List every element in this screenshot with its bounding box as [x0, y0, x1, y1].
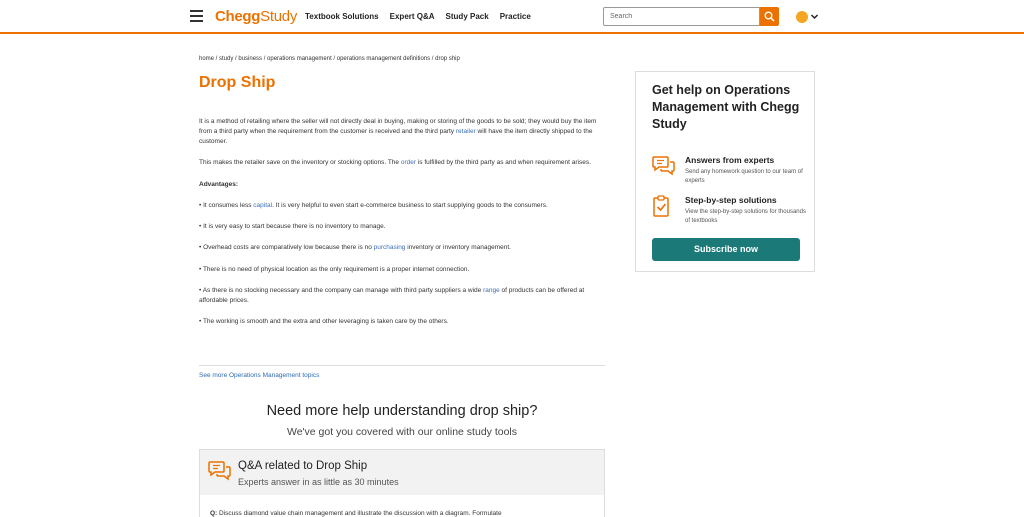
sidebar-help-card: Get help on Operations Management with C… [635, 71, 815, 272]
nav-expert-qa[interactable]: Expert Q&A [390, 12, 435, 21]
avatar[interactable] [796, 11, 808, 23]
logo-product: Study [260, 8, 298, 25]
text: • Overhead costs are comparatively low b… [199, 244, 374, 252]
link-capital[interactable]: capital [253, 202, 272, 209]
main-nav: Textbook Solutions Expert Q&A Study Pack… [305, 12, 542, 21]
clipboard-check-icon [653, 195, 669, 217]
text: inventory or inventory management. [405, 244, 511, 252]
list-item: • It is very easy to start because there… [199, 223, 386, 231]
feature-desc: View the step-by-step solutions for thou… [685, 209, 806, 224]
need-help-heading: Need more help understanding drop ship? [266, 403, 538, 419]
feature-title: Answers from experts [685, 155, 775, 165]
qa-question-item[interactable]: Q: Discuss diamond value chain managemen… [210, 510, 502, 517]
list-item: • Overhead costs are comparatively low b… [199, 243, 605, 253]
page-title: Drop Ship [199, 74, 276, 91]
search-input[interactable] [603, 7, 760, 26]
search-bar [603, 7, 779, 26]
card-title: Get help on Operations Management with C… [652, 83, 800, 131]
advantages-heading: Advantages: [199, 180, 605, 190]
chat-bubbles-icon [208, 461, 231, 481]
nav-textbook-solutions[interactable]: Textbook Solutions [305, 12, 379, 21]
text: Advantages: [199, 180, 239, 188]
chegg-study-logo[interactable]: CheggStudy [215, 8, 297, 25]
list-item: • As there is no stocking necessary and … [199, 286, 605, 306]
article-body: It is a method of retailing where the se… [199, 117, 605, 338]
text: . It is very helpful to even start e-com… [272, 201, 548, 209]
text: • It consumes less [199, 201, 254, 209]
qa-title: Q&A related to Drop Ship [238, 460, 368, 472]
list-item: • The working is smooth and the extra an… [199, 318, 449, 326]
top-header: CheggStudy Textbook Solutions Expert Q&A… [0, 0, 1024, 34]
feature-desc: Send any homework question to our team o… [685, 169, 803, 184]
nav-practice[interactable]: Practice [500, 12, 531, 21]
text: is fulfilled by the third party as and w… [416, 159, 591, 167]
text: This makes the retailer save on the inve… [199, 159, 401, 167]
paragraph: This makes the retailer save on the inve… [199, 158, 605, 168]
question-text: Discuss diamond value chain management a… [217, 510, 502, 517]
link-retailer[interactable]: retailer [456, 128, 476, 135]
subscribe-button[interactable]: Subscribe now [652, 238, 800, 261]
list-item: • It consumes less capital. It is very h… [199, 201, 605, 211]
qa-header: Q&A related to Drop Ship Experts answer … [200, 450, 604, 495]
divider [199, 365, 605, 366]
paragraph: It is a method of retailing where the se… [199, 117, 605, 147]
text: • As there is no stocking necessary and … [199, 286, 484, 294]
link-purchasing[interactable]: purchasing [374, 244, 406, 251]
hamburger-menu-icon[interactable] [190, 10, 203, 22]
feature-title: Step-by-step solutions [685, 195, 777, 205]
qa-subtitle: Experts answer in as little as 30 minute… [238, 477, 399, 487]
link-range[interactable]: range [483, 287, 500, 294]
nav-study-pack[interactable]: Study Pack [446, 12, 489, 21]
breadcrumb[interactable]: home / study / business / operations man… [199, 56, 460, 62]
chevron-down-icon[interactable] [810, 12, 819, 21]
link-order[interactable]: order [401, 159, 416, 166]
logo-brand: Chegg [215, 8, 261, 25]
list-item: • There is no need of physical location … [199, 265, 470, 273]
chat-bubbles-icon [652, 156, 675, 176]
search-button[interactable] [760, 7, 779, 26]
qa-related-box: Q&A related to Drop Ship Experts answer … [199, 449, 605, 517]
search-icon [764, 11, 775, 22]
see-more-topics-link[interactable]: See more Operations Management topics [199, 372, 319, 379]
covered-subheading: We've got you covered with our online st… [286, 426, 518, 438]
